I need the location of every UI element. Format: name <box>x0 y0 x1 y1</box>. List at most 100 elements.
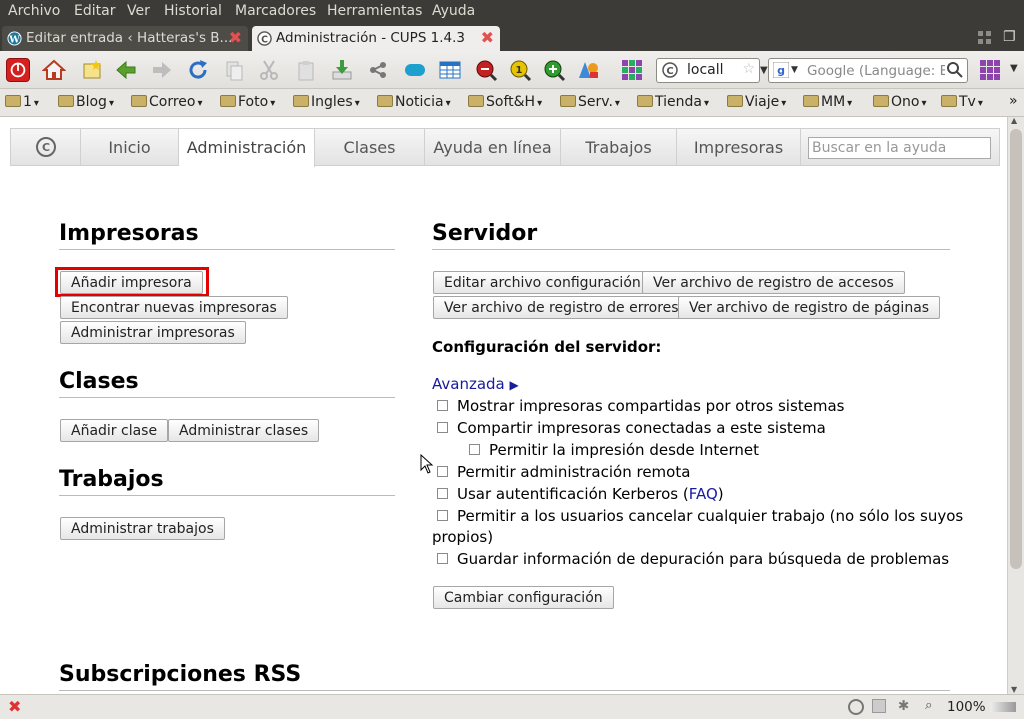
checkbox-internet-printing[interactable] <box>469 444 480 455</box>
zoom-reset-icon[interactable]: 1 <box>508 58 532 82</box>
advanced-link[interactable]: Avanzada ▶ <box>432 375 519 393</box>
help-search-input[interactable]: Buscar en la ayuda <box>808 137 991 159</box>
view-access-log-button[interactable]: Ver archivo de registro de accesos <box>642 271 905 294</box>
option-label: Permitir a los usuarios cancelar cualqui… <box>457 507 964 525</box>
checkbox-debug-logging[interactable] <box>437 553 448 564</box>
bookmark-add-icon[interactable] <box>80 58 104 82</box>
window-restore-icon[interactable]: ❐ <box>1003 29 1016 45</box>
tab-trabajos[interactable]: Trabajos <box>561 129 677 166</box>
close-tab-icon[interactable]: ✖ <box>229 28 242 47</box>
manage-jobs-button[interactable]: Administrar trabajos <box>60 517 225 540</box>
tab-administracion-cups[interactable]: C Administración - CUPS 1.4.3 ✖ <box>252 26 500 51</box>
url-dropdown-icon[interactable]: ▼ <box>760 65 768 76</box>
menu-ver[interactable]: Ver <box>127 3 150 19</box>
highlight-box <box>55 267 209 297</box>
forward-arrow-icon[interactable] <box>150 58 174 82</box>
menu-archivo[interactable]: Archivo <box>8 3 60 19</box>
close-tab-icon[interactable]: ✖ <box>481 28 494 47</box>
bookmark-folder[interactable]: Viaje ▾ <box>727 94 786 110</box>
scroll-up-icon[interactable]: ▲ <box>1011 116 1017 125</box>
paste-icon[interactable] <box>294 58 318 82</box>
tab-clases[interactable]: Clases <box>315 129 425 166</box>
checkbox-share-remote[interactable] <box>437 400 448 411</box>
scroll-down-icon[interactable]: ▼ <box>1011 685 1017 694</box>
download-icon[interactable] <box>330 58 354 82</box>
checkbox-cancel-any-job[interactable] <box>437 510 448 521</box>
chat-icon[interactable] <box>402 58 426 82</box>
search-icon[interactable] <box>945 60 965 80</box>
menu-historial[interactable]: Historial <box>164 3 222 19</box>
cups-logo[interactable]: C <box>11 129 81 166</box>
bookmark-folder[interactable]: Ingles ▾ <box>293 94 360 110</box>
change-settings-button[interactable]: Cambiar configuración <box>433 586 614 609</box>
zoom-in-icon[interactable] <box>542 58 566 82</box>
url-bar[interactable]: C locall ☆ <box>656 58 760 83</box>
zoom-level[interactable]: 100% <box>947 699 986 715</box>
bookmarks-more-button[interactable]: » <box>1009 93 1018 109</box>
view-page-log-button[interactable]: Ver archivo de registro de páginas <box>678 296 941 319</box>
home-icon[interactable] <box>41 58 67 82</box>
wordpress-icon: W <box>7 31 22 46</box>
copy-icon[interactable] <box>222 58 246 82</box>
opera-icon[interactable] <box>6 58 30 82</box>
option-label: Permitir la impresión desde Internet <box>489 441 759 459</box>
chevron-down-icon: ▾ <box>33 98 39 109</box>
manage-printers-button[interactable]: Administrar impresoras <box>60 321 246 344</box>
edit-config-button[interactable]: Editar archivo configuración <box>433 271 652 294</box>
manage-classes-button[interactable]: Administrar clases <box>168 419 320 442</box>
translate-icon[interactable] <box>576 58 600 82</box>
tab-groups-icon[interactable] <box>978 30 992 44</box>
bookmark-folder[interactable]: Serv. ▾ <box>560 94 620 110</box>
svg-text:g: g <box>777 64 785 77</box>
add-class-button[interactable]: Añadir clase <box>60 419 169 442</box>
find-new-printers-button[interactable]: Encontrar nuevas impresoras <box>60 296 288 319</box>
status-google-icon[interactable] <box>872 699 886 713</box>
bookmark-folder[interactable]: Foto ▾ <box>220 94 275 110</box>
status-share-icon[interactable]: ✱ <box>898 698 909 714</box>
tab-inicio[interactable]: Inicio <box>81 129 179 166</box>
tab-administracion[interactable]: Administración <box>179 129 315 167</box>
zoom-slider[interactable] <box>990 702 1016 712</box>
faq-link[interactable]: FAQ <box>689 485 718 503</box>
status-zoom-icon[interactable]: ⌕ <box>925 697 933 713</box>
checkbox-remote-admin[interactable] <box>437 466 448 477</box>
menu-marcadores[interactable]: Marcadores <box>235 3 316 19</box>
bookmark-folder[interactable]: Blog ▾ <box>58 94 114 110</box>
tab-impresoras[interactable]: Impresoras <box>677 129 801 166</box>
cut-icon[interactable] <box>257 58 281 82</box>
tab-ayuda-en-linea[interactable]: Ayuda en línea <box>425 129 561 166</box>
reload-icon[interactable] <box>186 58 210 82</box>
bookmark-folder[interactable]: 1 ▾ <box>5 94 39 110</box>
triangle-right-icon: ▶ <box>509 378 519 392</box>
engine-dropdown-icon[interactable]: ▼ <box>791 65 798 75</box>
scrollbar-thumb[interactable] <box>1010 129 1022 569</box>
vertical-scrollbar[interactable]: ▲ ▼ <box>1007 116 1024 694</box>
back-arrow-icon[interactable] <box>114 58 138 82</box>
bookmark-folder[interactable]: Soft&H ▾ <box>468 94 542 110</box>
zoom-out-icon[interactable] <box>474 58 498 82</box>
checkbox-share-local[interactable] <box>437 422 448 433</box>
calendar-icon[interactable] <box>438 58 462 82</box>
share-icon[interactable] <box>366 58 390 82</box>
menu-ayuda[interactable]: Ayuda <box>432 3 475 19</box>
web-search-field[interactable]: g ▼ Google (Language: ES <box>768 58 968 83</box>
bookmark-folder[interactable]: Noticia ▾ <box>377 94 451 110</box>
close-icon[interactable]: ✖ <box>8 697 21 716</box>
menu-herramientas[interactable]: Herramientas <box>327 3 422 19</box>
view-error-log-button[interactable]: Ver archivo de registro de errores <box>433 296 690 319</box>
bookmark-folder[interactable]: MM ▾ <box>803 94 852 110</box>
bookmark-folder[interactable]: Tv ▾ <box>941 94 983 110</box>
bookmark-folder[interactable]: Ono ▾ <box>873 94 927 110</box>
tab-editar-entrada[interactable]: W Editar entrada ‹ Hatteras's B... ✖ <box>2 26 248 51</box>
star-icon[interactable]: ☆ <box>742 61 755 77</box>
advanced-link-text[interactable]: Avanzada <box>432 375 505 393</box>
toolbar-dropdown-icon[interactable]: ▼ <box>1010 63 1018 74</box>
menu-editar[interactable]: Editar <box>74 3 115 19</box>
extensions-grid-icon[interactable] <box>978 58 1002 82</box>
chevron-down-icon: ▾ <box>445 98 451 109</box>
status-addon-icon[interactable] <box>848 699 864 715</box>
bookmark-folder[interactable]: Tienda ▾ <box>637 94 709 110</box>
bookmark-folder[interactable]: Correo ▾ <box>131 94 203 110</box>
extensions-grid-icon[interactable] <box>620 58 644 82</box>
checkbox-kerberos[interactable] <box>437 488 448 499</box>
